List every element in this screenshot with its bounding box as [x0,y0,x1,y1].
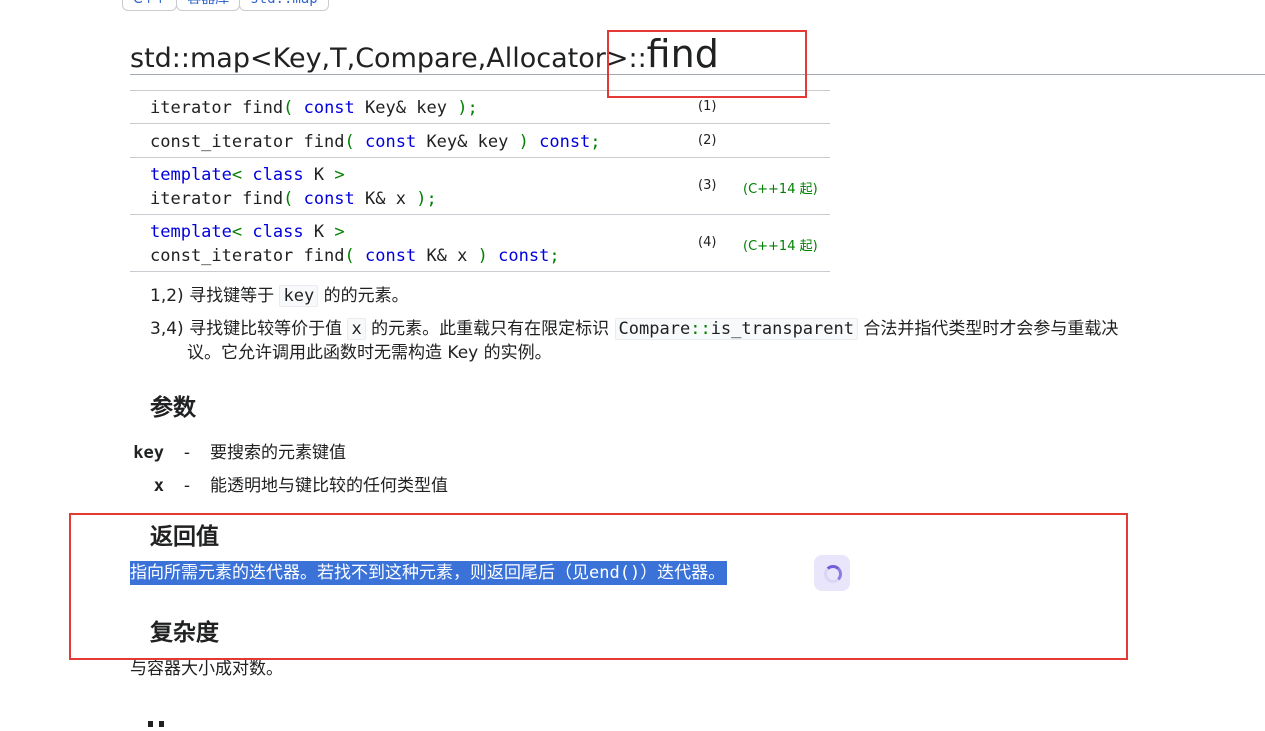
return-type: iterator [150,189,232,209]
description-text: 寻找键比较等价于值 [189,319,343,339]
function-name: find [303,246,345,266]
keyword: class [252,222,304,242]
declaration-row: template< class K > const_iterator find(… [130,215,830,272]
param-name: key [416,98,447,118]
section-heading-params: 参数 [150,395,196,421]
overload-number: (4) [698,235,717,250]
keyword: const [498,246,550,266]
declaration-table: iterator find( const Key& key ); (1) con… [130,90,830,272]
param-name: x [457,246,468,266]
return-type: const_iterator [150,246,294,266]
description-label: 3,4) [150,319,184,339]
param-name: key [133,443,164,463]
param-type: Key& [365,98,406,118]
keyword: template [150,165,232,185]
return-type: iterator [150,98,232,118]
breadcrumb: C++ 容器库 std::map [122,0,329,11]
highlight-box-return [69,513,1128,660]
overload-number: (3) [698,178,717,193]
declaration-row: template< class K > iterator find( const… [130,158,830,215]
param-description: 能透明地与键比较的任何类型值 [210,476,448,496]
description-item: 3,4) 寻找键比较等价于值 x 的元素。此重载只有在限定标识 Compare:… [150,317,1260,365]
param-name: key [477,132,509,152]
version-badge[interactable]: (C++14 起) [743,235,818,254]
inline-code: key [279,285,319,307]
page-title-prefix: std::map<Key,T,Compare,Allocator>:: [130,43,647,74]
keyword: const [365,132,417,152]
param-dash: - [183,443,191,463]
cut-off-heading [148,712,180,727]
template-param: K [313,222,325,242]
param-type: Key& [426,132,468,152]
inline-code: x [347,318,366,340]
param-name: x [395,189,407,209]
overload-number: (2) [698,133,717,148]
complexity-description: 与容器大小成对数。 [130,659,283,679]
overload-number: (1) [698,99,717,114]
description-text: 寻找键等于 [189,286,275,306]
template-param: K [313,165,325,185]
keyword: template [150,222,232,242]
function-name: find [242,189,284,209]
declaration-row: const_iterator find( const Key& key ) co… [130,124,830,158]
breadcrumb-std-map[interactable]: std::map [239,0,329,11]
inline-code-part: is_transparent [710,319,854,339]
function-name: find [242,98,284,118]
keyword: const [303,189,355,209]
description-text: 的元素。此重载只有在限定标识 [371,319,610,339]
inline-code-part: :: [690,319,711,339]
keyword: const [365,246,417,266]
inline-code[interactable]: Compare::is_transparent [614,318,858,340]
return-type: const_iterator [150,132,294,152]
description-text: 的的元素。 [323,286,409,306]
description-text: 合法并指代类型时才会参与重载决 [863,319,1119,339]
inline-code-part: Compare [618,319,691,339]
param-type: K& [365,189,386,209]
keyword: const [539,132,591,152]
param-description: 要搜索的元素键值 [210,443,346,463]
function-name: find [303,132,345,152]
description-label: 1,2) [150,286,184,306]
param-row: key - 要搜索的元素键值 [130,441,346,465]
param-name: x [153,476,164,496]
highlight-box-title [607,30,807,98]
description-text-continued: 议。它允许调用此函数时无需构造 Key 的实例。 [187,343,552,363]
version-badge[interactable]: (C++14 起) [743,178,818,197]
breadcrumb-cpp[interactable]: C++ [122,0,178,11]
param-type: K& [426,246,447,266]
breadcrumb-containers[interactable]: 容器库 [176,0,241,11]
description-item: 1,2) 寻找键等于 key 的的元素。 [150,284,409,308]
param-dash: - [183,476,191,496]
param-row: x - 能透明地与键比较的任何类型值 [130,474,448,498]
keyword: class [252,165,304,185]
keyword: const [303,98,355,118]
